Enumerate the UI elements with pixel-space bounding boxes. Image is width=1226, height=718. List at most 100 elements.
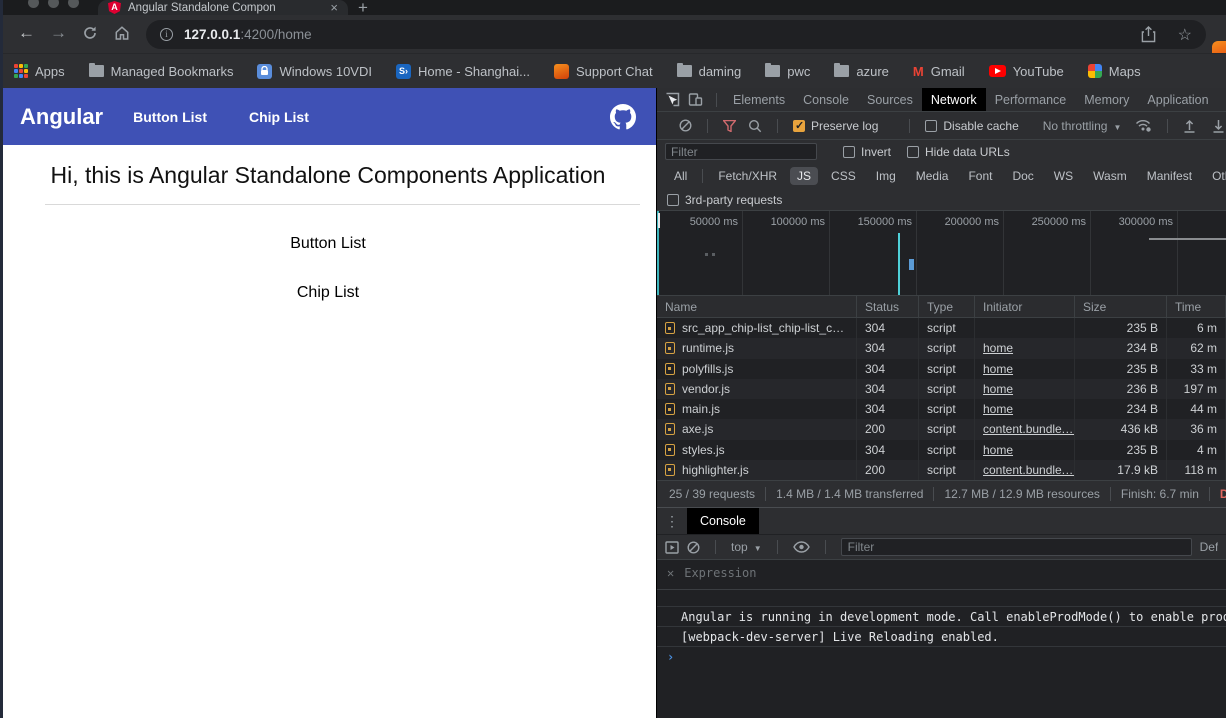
bookmark-apps[interactable]: Apps bbox=[14, 64, 65, 79]
third-party-checkbox[interactable]: 3rd-party requests bbox=[667, 193, 782, 207]
filter-type-css[interactable]: CSS bbox=[824, 167, 863, 185]
request-initiator-link[interactable]: home bbox=[975, 379, 1075, 399]
bookmark-folder-azure[interactable]: azure bbox=[834, 64, 889, 79]
table-row[interactable]: axe.js 200 script content.bundle.… 436 k… bbox=[657, 419, 1226, 439]
export-har-icon[interactable] bbox=[1212, 119, 1225, 133]
filter-type-all[interactable]: All bbox=[667, 167, 694, 185]
bookmark-gmail[interactable]: M Gmail bbox=[913, 64, 965, 79]
request-initiator-link[interactable]: home bbox=[975, 440, 1075, 460]
request-initiator-link[interactable]: content.bundle.… bbox=[975, 419, 1075, 439]
column-time[interactable]: Time bbox=[1167, 296, 1226, 317]
table-row[interactable]: main.js 304 script home 234 B 44 m bbox=[657, 399, 1226, 419]
bookmark-windows10vdi[interactable]: Windows 10VDI bbox=[257, 64, 371, 79]
bookmark-home-shanghai[interactable]: S› Home - Shanghai... bbox=[396, 64, 530, 79]
tab-performance[interactable]: Performance bbox=[986, 88, 1076, 112]
column-type[interactable]: Type bbox=[919, 296, 975, 317]
clear-console-icon[interactable] bbox=[687, 541, 700, 554]
table-row[interactable]: runtime.js 304 script home 234 B 62 m bbox=[657, 338, 1226, 358]
preserve-log-checkbox[interactable]: Preserve log bbox=[793, 119, 878, 133]
expression-placeholder[interactable]: Expression bbox=[684, 566, 756, 589]
console-prompt[interactable]: › bbox=[657, 646, 1226, 668]
close-window-button[interactable] bbox=[28, 0, 39, 8]
hide-data-urls-checkbox[interactable]: Hide data URLs bbox=[907, 145, 1010, 159]
import-har-icon[interactable] bbox=[1183, 119, 1196, 133]
column-name[interactable]: Name bbox=[657, 296, 857, 317]
column-status[interactable]: Status bbox=[857, 296, 919, 317]
network-overview-timeline[interactable]: 50000 ms 100000 ms 150000 ms 200000 ms 2… bbox=[657, 211, 1226, 296]
tab-close-icon[interactable]: × bbox=[330, 0, 338, 15]
request-initiator-link[interactable]: home bbox=[975, 359, 1075, 379]
zoom-window-button[interactable] bbox=[68, 0, 79, 8]
table-row[interactable]: styles.js 304 script home 235 B 4 m bbox=[657, 440, 1226, 460]
site-info-icon[interactable]: i bbox=[160, 28, 173, 41]
console-context-dropdown[interactable]: top▼ bbox=[731, 540, 762, 554]
bookmark-managed[interactable]: Managed Bookmarks bbox=[89, 64, 234, 79]
search-icon[interactable] bbox=[748, 119, 762, 133]
request-initiator-link[interactable]: home bbox=[975, 338, 1075, 358]
kebab-menu-icon[interactable]: ⋮ bbox=[665, 513, 679, 530]
tab-sources[interactable]: Sources bbox=[858, 88, 922, 112]
bookmark-folder-daming[interactable]: daming bbox=[677, 64, 742, 79]
tab-network[interactable]: Network bbox=[922, 88, 986, 112]
filter-type-manifest[interactable]: Manifest bbox=[1140, 167, 1199, 185]
nav-chip-list[interactable]: Chip List bbox=[249, 109, 309, 125]
home-icon[interactable] bbox=[114, 25, 130, 41]
clear-icon[interactable] bbox=[679, 119, 692, 132]
address-bar[interactable]: i 127.0.0.1:4200/home ☆ bbox=[146, 20, 1206, 49]
table-row[interactable]: highlighter.js 200 script content.bundle… bbox=[657, 460, 1226, 480]
filter-type-img[interactable]: Img bbox=[869, 167, 903, 185]
filter-type-font[interactable]: Font bbox=[961, 167, 999, 185]
disable-cache-checkbox[interactable]: Disable cache bbox=[925, 119, 1018, 133]
drawer-tab-console[interactable]: Console bbox=[687, 508, 759, 535]
bookmark-star-icon[interactable]: ☆ bbox=[1178, 25, 1192, 45]
table-row[interactable]: vendor.js 304 script home 236 B 197 m bbox=[657, 379, 1226, 399]
network-conditions-icon[interactable] bbox=[1135, 119, 1152, 132]
table-header: Name Status Type Initiator Size Time bbox=[657, 296, 1226, 318]
filter-funnel-icon[interactable] bbox=[723, 120, 736, 132]
filter-type-media[interactable]: Media bbox=[909, 167, 956, 185]
close-expression-icon[interactable]: ✕ bbox=[667, 566, 674, 589]
tab-console[interactable]: Console bbox=[794, 88, 858, 112]
forward-icon[interactable]: → bbox=[50, 23, 67, 43]
back-icon[interactable]: ← bbox=[18, 23, 35, 43]
link-button-list[interactable]: Button List bbox=[0, 235, 656, 253]
minimize-window-button[interactable] bbox=[48, 0, 59, 8]
network-filter-input[interactable] bbox=[665, 143, 817, 160]
bookmark-support-chat[interactable]: Support Chat bbox=[554, 64, 653, 79]
share-icon[interactable] bbox=[1141, 26, 1156, 43]
filter-type-wasm[interactable]: Wasm bbox=[1086, 167, 1134, 185]
table-row[interactable]: src_app_chip-list_chip-list_com… 304 scr… bbox=[657, 318, 1226, 338]
inspect-element-icon[interactable] bbox=[665, 92, 680, 107]
column-size[interactable]: Size bbox=[1075, 296, 1167, 317]
nav-button-list[interactable]: Button List bbox=[133, 109, 207, 125]
invert-checkbox[interactable]: Invert bbox=[843, 145, 891, 159]
console-filter-input[interactable] bbox=[841, 538, 1192, 556]
request-initiator-link[interactable]: home bbox=[975, 399, 1075, 419]
table-row[interactable]: polyfills.js 304 script home 235 B 33 m bbox=[657, 359, 1226, 379]
filter-type-js[interactable]: JS bbox=[790, 167, 818, 185]
tab-application[interactable]: Application bbox=[1138, 88, 1217, 112]
browser-tab[interactable]: A Angular Standalone Compon × bbox=[98, 0, 348, 15]
link-chip-list[interactable]: Chip List bbox=[0, 284, 656, 302]
filter-type-doc[interactable]: Doc bbox=[1005, 167, 1040, 185]
request-initiator-link[interactable]: content.bundle.… bbox=[975, 460, 1075, 480]
column-initiator[interactable]: Initiator bbox=[975, 296, 1075, 317]
throttling-dropdown[interactable]: No throttling▼ bbox=[1043, 119, 1122, 133]
eye-icon[interactable] bbox=[793, 541, 810, 553]
app-brand[interactable]: Angular bbox=[20, 104, 103, 130]
device-toolbar-icon[interactable] bbox=[688, 92, 703, 107]
filter-type-other[interactable]: Other bbox=[1205, 167, 1226, 185]
reload-icon[interactable] bbox=[82, 25, 98, 41]
request-type: script bbox=[919, 359, 975, 379]
filter-type-fetch[interactable]: Fetch/XHR bbox=[711, 167, 784, 185]
bookmark-youtube[interactable]: YouTube bbox=[989, 64, 1064, 79]
bookmark-folder-pwc[interactable]: pwc bbox=[765, 64, 810, 79]
tab-elements[interactable]: Elements bbox=[724, 88, 794, 112]
github-icon[interactable] bbox=[610, 104, 636, 130]
tab-memory[interactable]: Memory bbox=[1075, 88, 1138, 112]
console-sidebar-icon[interactable] bbox=[665, 541, 679, 554]
log-levels-dropdown[interactable]: Def bbox=[1200, 540, 1218, 554]
filter-type-ws[interactable]: WS bbox=[1047, 167, 1080, 185]
bookmark-maps[interactable]: Maps bbox=[1088, 64, 1141, 79]
request-status: 304 bbox=[857, 440, 919, 460]
